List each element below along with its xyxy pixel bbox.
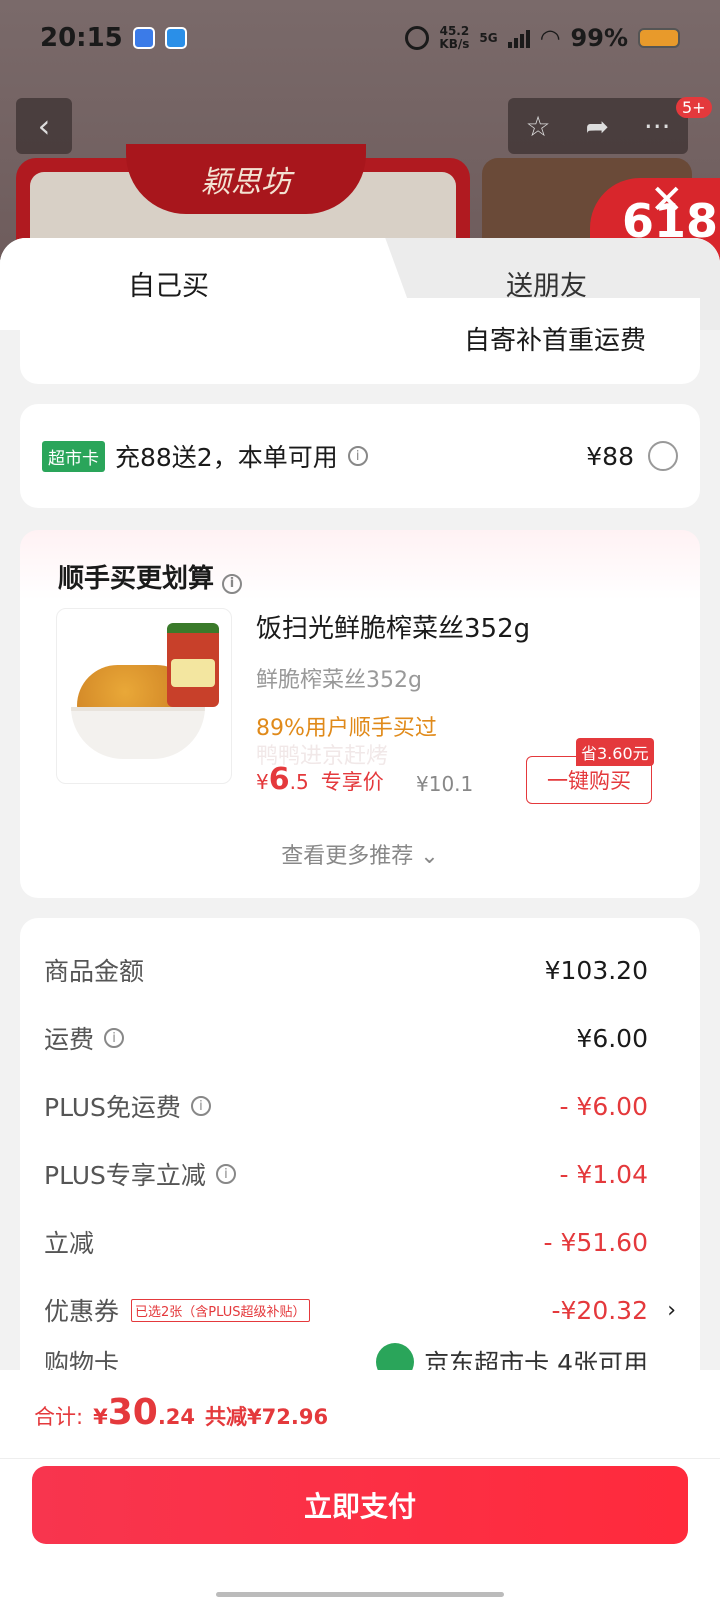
total-currency: ¥ xyxy=(93,1405,108,1429)
share-icon[interactable]: ➦ xyxy=(585,110,608,143)
recommendation-title: 顺手买更划算 i xyxy=(58,558,243,595)
home-indicator[interactable] xyxy=(216,1592,504,1597)
app-notification-icon xyxy=(132,27,155,49)
price-currency: ¥ xyxy=(256,770,269,794)
row-value: - ¥1.04 xyxy=(559,1159,648,1189)
coupon-row[interactable]: 优惠券 已选2张（含PLUS超级补贴） -¥20.32 › xyxy=(44,1290,676,1330)
price-summary-card: 商品金额 ¥103.20 运费 i ¥6.00 PLUS免运费 i - ¥6.00 … xyxy=(20,918,700,1438)
coupon-tag: 已选2张（含PLUS超级补贴） xyxy=(131,1298,310,1322)
price-decimal: .5 xyxy=(289,770,309,794)
row-value: - ¥51.60 xyxy=(543,1227,648,1257)
supermarket-card-text: 充88送2，本单可用 xyxy=(115,443,338,472)
info-icon[interactable]: i xyxy=(104,1028,125,1048)
message-badge: 5+ xyxy=(676,97,712,118)
info-icon[interactable]: i xyxy=(222,573,243,594)
row-label: 优惠券 xyxy=(44,1297,120,1326)
signal-icon xyxy=(507,28,530,48)
recommendation-card: 顺手买更划算 i 饭扫光鲜脆榨菜丝352g 鲜脆榨菜丝352g 89%用户顺手买过… xyxy=(20,530,700,898)
original-price: ¥10.1 xyxy=(416,772,474,796)
row-label: 商品金额 xyxy=(44,957,145,986)
favorite-star-icon[interactable]: ☆ xyxy=(525,110,550,143)
more-icon[interactable]: ··· xyxy=(644,110,671,143)
app-notification-icon-2 xyxy=(164,27,187,49)
status-bar: 20:15 45.2 KB/s 5G ◠ 99% xyxy=(0,0,720,76)
wifi-icon: ◠ xyxy=(539,24,561,52)
total-decimal: .24 xyxy=(157,1405,196,1429)
chevron-left-icon: ‹ xyxy=(37,107,51,145)
back-button[interactable]: ‹ xyxy=(16,98,72,154)
net-type: 5G xyxy=(479,30,498,45)
supermarket-card-radio[interactable] xyxy=(648,441,678,471)
alarm-icon xyxy=(405,26,430,50)
total-saved: 共减¥72.96 xyxy=(205,1405,329,1429)
info-icon[interactable]: i xyxy=(347,446,368,466)
summary-row: 运费 i ¥6.00 xyxy=(44,1018,648,1058)
row-label: 运费 xyxy=(44,1025,95,1054)
price-label: 专享价 xyxy=(320,770,384,794)
row-value: ¥103.20 xyxy=(544,955,648,985)
more-recommendations-link[interactable]: 查看更多推荐 ⌄ xyxy=(20,838,700,870)
price-integer: 6 xyxy=(268,762,290,797)
total-line: 合计: ¥ 30 .24 共减¥72.96 xyxy=(34,1392,328,1433)
shipping-note: 自寄补首重运费 xyxy=(463,326,646,356)
total-label: 合计: xyxy=(34,1405,84,1429)
status-time: 20:15 xyxy=(40,23,123,53)
info-icon[interactable]: i xyxy=(190,1096,211,1116)
net-speed-value: 45.2 xyxy=(439,24,470,38)
recommendation-title-text: 顺手买更划算 xyxy=(58,564,215,594)
save-badge: 省3.60元 xyxy=(576,738,654,766)
product-subtitle: 鲜脆榨菜丝352g xyxy=(256,668,422,693)
net-speed: 45.2 KB/s xyxy=(439,25,469,51)
product-price: ¥ 6 .5 专享价 xyxy=(256,762,384,797)
supermarket-card-price: ¥88 xyxy=(586,441,634,471)
total-integer: 30 xyxy=(107,1392,158,1433)
checkout-footer: 合计: ¥ 30 .24 共减¥72.96 立即支付 xyxy=(0,1370,720,1600)
supermarket-card-offer[interactable]: 超市卡 充88送2，本单可用 i ¥88 xyxy=(20,404,700,508)
row-label: 立减 xyxy=(44,1229,95,1258)
top-actions: ☆ ➦ ··· xyxy=(508,98,688,154)
row-value: -¥20.32 xyxy=(551,1295,649,1325)
chevron-right-icon: › xyxy=(667,1297,676,1323)
row-value: ¥6.00 xyxy=(576,1023,648,1053)
shipping-card: 自寄补首重运费 xyxy=(20,298,700,384)
row-label: PLUS免运费 xyxy=(44,1093,181,1122)
pay-now-button[interactable]: 立即支付 xyxy=(32,1466,688,1544)
brand-logo: 颖思坊 xyxy=(126,144,366,214)
row-label: PLUS专享立减 xyxy=(44,1161,206,1190)
battery-percent: 99% xyxy=(570,24,628,52)
summary-row: 商品金额 ¥103.20 xyxy=(44,950,648,990)
product-name[interactable]: 饭扫光鲜脆榨菜丝352g xyxy=(256,608,530,645)
battery-icon xyxy=(638,28,680,48)
net-speed-unit: KB/s xyxy=(439,37,470,51)
summary-row: 立减 - ¥51.60 xyxy=(44,1222,648,1262)
close-icon[interactable]: ✕ xyxy=(650,180,684,220)
supermarket-card-tag: 超市卡 xyxy=(42,440,105,472)
summary-row: PLUS专享立减 i - ¥1.04 xyxy=(44,1154,648,1194)
row-value: - ¥6.00 xyxy=(559,1091,648,1121)
summary-row: PLUS免运费 i - ¥6.00 xyxy=(44,1086,648,1126)
info-icon[interactable]: i xyxy=(215,1164,236,1184)
product-image[interactable] xyxy=(56,608,232,784)
